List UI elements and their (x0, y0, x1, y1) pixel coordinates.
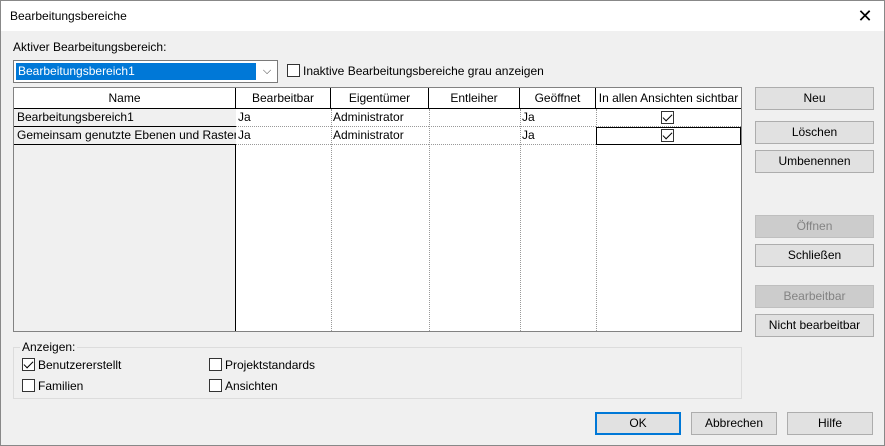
title-bar: Bearbeitungsbereiche ✕ (1, 1, 884, 31)
new-button[interactable]: Neu (755, 87, 874, 110)
row-name-cell[interactable]: Bearbeitungsbereich1 (14, 109, 236, 127)
active-workset-value: Bearbeitungsbereich1 (16, 63, 256, 80)
inactive-gray-checkbox[interactable] (287, 64, 300, 77)
column-header-name[interactable]: Name (14, 88, 236, 109)
row-owner-cell[interactable]: Administrator (331, 127, 429, 145)
row-editable-cell[interactable]: Ja (236, 127, 331, 145)
project-standards-label: Projektstandards (225, 358, 316, 372)
chevron-down-icon[interactable]: ⌵ (257, 61, 277, 82)
families-checkbox[interactable] (22, 379, 35, 392)
ok-button[interactable]: OK (595, 412, 681, 435)
make-editable-button[interactable]: Bearbeitbar (755, 285, 874, 308)
active-workset-dropdown[interactable]: Bearbeitungsbereich1 ⌵ (13, 60, 278, 83)
rename-button[interactable]: Umbenennen (755, 150, 874, 173)
inactive-gray-label: Inaktive Bearbeitungsbereiche grau anzei… (303, 64, 544, 78)
workset-table: Name Bearbeitbar Eigentümer Entleiher Ge… (13, 87, 742, 332)
show-group (13, 347, 742, 399)
visible-all-checkbox[interactable] (661, 111, 674, 124)
row-owner-cell[interactable]: Administrator (331, 109, 429, 127)
column-header-editable[interactable]: Bearbeitbar (236, 88, 331, 109)
row-borrower-cell[interactable] (429, 127, 520, 145)
worksets-dialog: Bearbeitungsbereiche ✕ Aktiver Bearbeitu… (0, 0, 885, 446)
close-icon[interactable]: ✕ (852, 4, 878, 28)
column-header-opened[interactable]: Geöffnet (520, 88, 596, 109)
row-visible-all-cell[interactable] (596, 109, 741, 127)
cancel-button[interactable]: Abbrechen (691, 412, 777, 435)
delete-button[interactable]: Löschen (755, 121, 874, 144)
project-standards-checkbox[interactable] (209, 358, 222, 371)
show-group-label: Anzeigen: (20, 340, 78, 354)
row-borrower-cell[interactable] (429, 109, 520, 127)
window-title: Bearbeitungsbereiche (10, 9, 127, 23)
make-not-editable-button[interactable]: Nicht bearbeitbar (755, 314, 874, 337)
column-header-owner[interactable]: Eigentümer (331, 88, 429, 109)
help-button[interactable]: Hilfe (787, 412, 873, 435)
column-header-borrower[interactable]: Entleiher (429, 88, 520, 109)
open-button[interactable]: Öffnen (755, 215, 874, 238)
column-header-visible-all[interactable]: In allen Ansichten sichtbar (596, 88, 741, 109)
row-name-cell[interactable]: Gemeinsam genutzte Ebenen und Raster (14, 127, 236, 145)
row-opened-cell[interactable]: Ja (520, 109, 596, 127)
row-visible-all-cell-focused[interactable] (596, 127, 741, 145)
active-workset-label: Aktiver Bearbeitungsbereich: (13, 40, 167, 54)
row-opened-cell[interactable]: Ja (520, 127, 596, 145)
close-workset-button[interactable]: Schließen (755, 244, 874, 267)
views-label: Ansichten (225, 379, 278, 393)
user-created-label: Benutzererstellt (38, 358, 122, 372)
user-created-checkbox[interactable] (22, 358, 35, 371)
views-checkbox[interactable] (209, 379, 222, 392)
visible-all-checkbox[interactable] (661, 129, 674, 142)
families-label: Familien (38, 379, 84, 393)
row-editable-cell[interactable]: Ja (236, 109, 331, 127)
